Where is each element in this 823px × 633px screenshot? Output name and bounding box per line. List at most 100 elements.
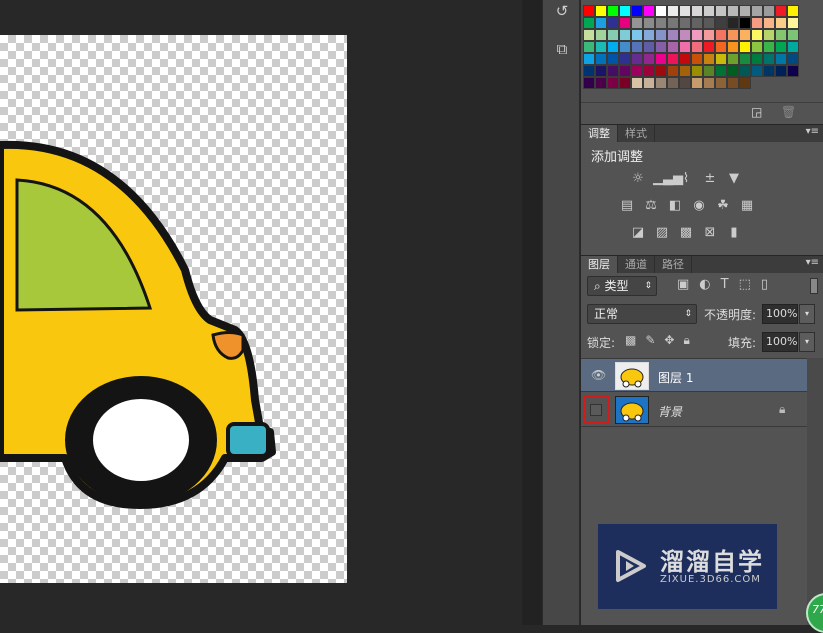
color-swatch[interactable] xyxy=(667,17,679,29)
curves-icon[interactable]: ⌇ xyxy=(677,170,695,188)
color-swatch[interactable] xyxy=(727,29,739,41)
color-swatch[interactable] xyxy=(763,17,775,29)
layer-filter-select[interactable]: ⌕ 类型 ⇕ xyxy=(587,276,657,296)
color-swatch[interactable] xyxy=(619,29,631,41)
color-swatch[interactable] xyxy=(715,5,727,17)
color-swatch[interactable] xyxy=(751,41,763,53)
color-swatch[interactable] xyxy=(703,77,715,89)
color-swatch[interactable] xyxy=(715,65,727,77)
color-swatch[interactable] xyxy=(739,5,751,17)
color-swatch[interactable] xyxy=(775,5,787,17)
color-swatch[interactable] xyxy=(595,17,607,29)
color-swatch[interactable] xyxy=(739,65,751,77)
blend-mode-select[interactable]: 正常 ⇕ xyxy=(587,304,697,324)
color-swatch[interactable] xyxy=(583,5,595,17)
color-balance-icon[interactable]: ⚖ xyxy=(642,197,660,215)
color-swatch[interactable] xyxy=(679,65,691,77)
invert-icon[interactable]: ◪ xyxy=(629,224,647,242)
color-swatch[interactable] xyxy=(607,17,619,29)
color-swatch[interactable] xyxy=(667,29,679,41)
color-swatch[interactable] xyxy=(655,77,667,89)
color-swatch[interactable] xyxy=(595,5,607,17)
smart-object-filter-icon[interactable]: ▯ xyxy=(761,277,768,292)
selective-color-icon[interactable]: ⊠ xyxy=(701,224,719,242)
color-swatch[interactable] xyxy=(631,17,643,29)
color-swatch[interactable] xyxy=(775,17,787,29)
color-swatch[interactable] xyxy=(763,5,775,17)
tab-channels[interactable]: 通道 xyxy=(618,256,655,273)
color-swatch[interactable] xyxy=(679,77,691,89)
color-swatch[interactable] xyxy=(643,17,655,29)
photo-filter-icon[interactable]: ◉ xyxy=(690,197,708,215)
color-swatch[interactable] xyxy=(691,65,703,77)
color-swatch[interactable] xyxy=(787,65,799,77)
color-swatch[interactable] xyxy=(607,77,619,89)
color-swatch[interactable] xyxy=(583,17,595,29)
color-swatch[interactable] xyxy=(655,41,667,53)
color-swatch[interactable] xyxy=(643,41,655,53)
vibrance-icon[interactable]: ▤ xyxy=(618,197,636,215)
color-swatch[interactable] xyxy=(619,17,631,29)
color-swatch[interactable] xyxy=(655,53,667,65)
color-swatch[interactable] xyxy=(607,53,619,65)
color-lookup-icon[interactable]: ▦ xyxy=(738,197,756,215)
color-swatch[interactable] xyxy=(763,29,775,41)
history-icon[interactable]: ↺ xyxy=(552,2,572,22)
color-swatch[interactable] xyxy=(787,5,799,17)
color-swatch[interactable] xyxy=(655,5,667,17)
color-swatch[interactable] xyxy=(655,65,667,77)
color-swatch[interactable] xyxy=(739,29,751,41)
opacity-dropdown[interactable]: ▾ xyxy=(799,304,815,324)
layer-name[interactable]: 背景 xyxy=(658,403,682,420)
color-swatch[interactable] xyxy=(679,53,691,65)
color-swatch[interactable] xyxy=(631,41,643,53)
color-swatch[interactable] xyxy=(619,5,631,17)
color-swatch[interactable] xyxy=(703,5,715,17)
color-swatch[interactable] xyxy=(727,53,739,65)
color-swatch[interactable] xyxy=(691,5,703,17)
color-swatch[interactable] xyxy=(703,65,715,77)
black-white-icon[interactable]: ◧ xyxy=(666,197,684,215)
tab-adjustments[interactable]: 调整 xyxy=(581,125,618,142)
color-swatch[interactable] xyxy=(691,41,703,53)
color-swatch[interactable] xyxy=(691,53,703,65)
document-canvas[interactable] xyxy=(0,35,347,583)
eye-icon[interactable]: 👁︎ xyxy=(591,368,606,382)
color-swatch[interactable] xyxy=(631,5,643,17)
color-swatch[interactable] xyxy=(631,77,643,89)
shape-filter-icon[interactable]: ⬚ xyxy=(739,277,751,292)
color-swatch[interactable] xyxy=(739,53,751,65)
color-swatch[interactable] xyxy=(727,5,739,17)
color-swatch[interactable] xyxy=(775,53,787,65)
color-swatch[interactable] xyxy=(715,53,727,65)
color-swatch[interactable] xyxy=(679,41,691,53)
color-swatch[interactable] xyxy=(595,65,607,77)
color-swatch[interactable] xyxy=(595,53,607,65)
threshold-icon[interactable]: ▩ xyxy=(677,224,695,242)
tab-styles[interactable]: 样式 xyxy=(618,125,655,142)
panel-menu-icon[interactable]: ▾≡ xyxy=(806,257,819,268)
gradient-triangle-icon[interactable]: ▼ xyxy=(725,170,743,188)
color-swatch[interactable] xyxy=(751,53,763,65)
color-swatch[interactable] xyxy=(607,65,619,77)
panel-menu-icon[interactable]: ▾≡ xyxy=(806,126,819,137)
color-swatch[interactable] xyxy=(607,5,619,17)
color-swatch[interactable] xyxy=(583,41,595,53)
color-swatch[interactable] xyxy=(715,29,727,41)
color-swatch[interactable] xyxy=(655,29,667,41)
color-swatch[interactable] xyxy=(583,77,595,89)
brightness-contrast-icon[interactable]: ☼ xyxy=(629,170,647,188)
color-swatch[interactable] xyxy=(727,17,739,29)
color-swatch[interactable] xyxy=(787,41,799,53)
color-swatch[interactable] xyxy=(619,77,631,89)
color-swatch[interactable] xyxy=(583,65,595,77)
color-swatch[interactable] xyxy=(703,29,715,41)
color-swatch[interactable] xyxy=(691,17,703,29)
color-swatch[interactable] xyxy=(619,65,631,77)
color-swatch[interactable] xyxy=(775,41,787,53)
layer-row[interactable]: 👁︎ 图层 1 xyxy=(581,358,807,392)
color-swatch[interactable] xyxy=(607,41,619,53)
posterize-icon[interactable]: ▨ xyxy=(653,224,671,242)
pixel-filter-icon[interactable]: ▣ xyxy=(677,277,689,292)
color-swatch[interactable] xyxy=(667,5,679,17)
